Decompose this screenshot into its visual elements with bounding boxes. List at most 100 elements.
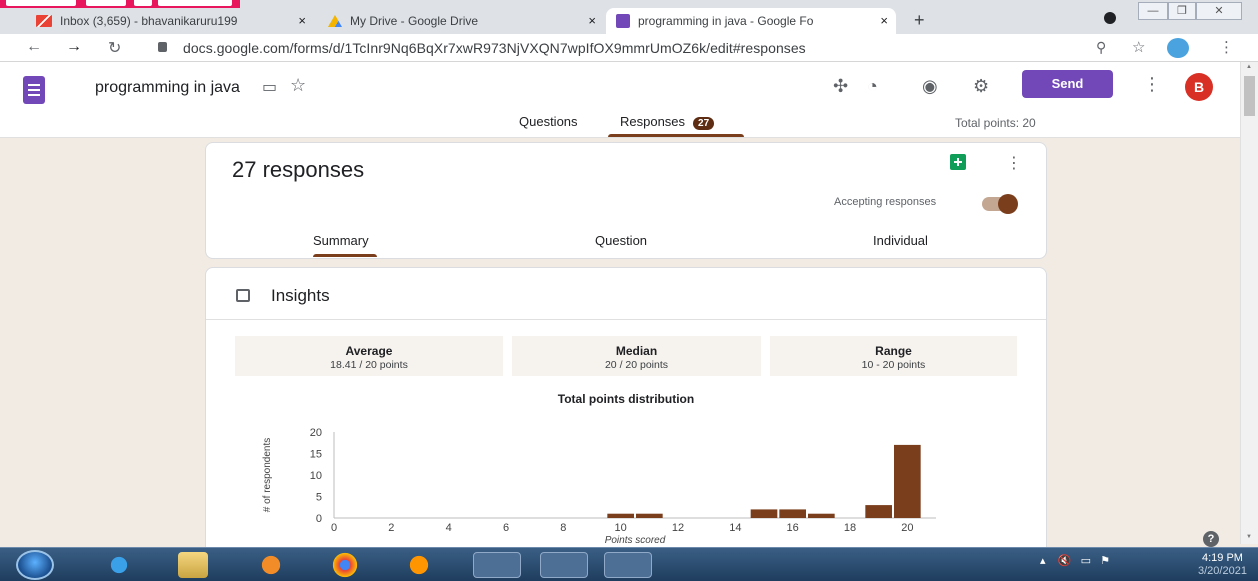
chart-bar (750, 509, 778, 518)
google-forms-icon (616, 14, 630, 28)
forward-arrow-icon[interactable]: → (66, 38, 82, 56)
address-bar-row: ← → ↻ docs.google.com/forms/d/1TcInr9Nq6… (0, 34, 1258, 62)
reload-icon[interactable]: ↻ (108, 38, 121, 58)
omnibox[interactable]: docs.google.com/forms/d/1TcInr9Nq6BqXr7x… (146, 36, 1256, 60)
y-tick-label: 5 (316, 492, 322, 504)
chart-bar (779, 509, 806, 518)
tab-forms-close-icon[interactable]: × (880, 13, 888, 28)
page-scrollbar[interactable]: ▲ ▼ (1240, 62, 1258, 544)
maximize-button[interactable]: ❐ (1168, 2, 1196, 20)
chrome-icon[interactable] (330, 552, 360, 578)
y-tick-label: 10 (310, 470, 322, 482)
new-tab-button[interactable]: + (914, 10, 925, 31)
responses-count: 27 responses (232, 157, 365, 182)
x-tick-label: 12 (672, 522, 684, 534)
x-tick-label: 16 (787, 522, 799, 534)
minimize-button[interactable]: — (1138, 2, 1168, 20)
window-close-button[interactable]: ✕ (1196, 2, 1242, 20)
profile-icon[interactable] (1104, 12, 1116, 24)
chart-bar (636, 513, 663, 518)
preview-eye-icon[interactable]: ◉ (922, 76, 938, 97)
bookmark-star-icon[interactable]: ☆ (1132, 38, 1145, 56)
stat-average-label: Average (345, 344, 393, 358)
tab-gmail[interactable]: Inbox (3,659) - bhavanikaruru199 × (26, 8, 314, 34)
tab-responses[interactable]: Responses 27 (620, 114, 715, 130)
settings-gear-icon[interactable]: ⚙ (973, 76, 989, 97)
tab-drive-title: My Drive - Google Drive (350, 14, 479, 28)
tab-responses-label: Responses (620, 114, 686, 129)
insights-divider (206, 319, 1046, 320)
subtab-individual[interactable]: Individual (873, 233, 928, 248)
zoom-icon[interactable]: ⚲ (1096, 39, 1106, 56)
google-sheets-icon[interactable] (950, 154, 966, 170)
back-arrow-icon[interactable]: ← (26, 38, 42, 56)
forms-logo-icon[interactable] (23, 76, 45, 104)
x-tick-label: 18 (844, 522, 856, 534)
x-axis-label: Points scored (605, 535, 666, 546)
total-points: Total points: 20 (955, 116, 1036, 130)
accepting-responses-label: Accepting responses (834, 196, 937, 208)
responses-count-badge: 27 (693, 117, 715, 130)
google-drive-icon (328, 15, 342, 27)
chart-bar (894, 444, 921, 518)
x-tick-label: 14 (729, 522, 741, 534)
system-clock[interactable]: 4:19 PM 3/20/2021 (1198, 552, 1247, 578)
tab-google-drive[interactable]: My Drive - Google Drive × (318, 8, 604, 34)
insights-title: Insights (271, 286, 330, 305)
subtab-summary[interactable]: Summary (313, 233, 369, 248)
ccleaner-icon[interactable] (604, 552, 652, 578)
browser-tab-strip: Inbox (3,659) - bhavanikaruru199 × My Dr… (0, 0, 1258, 34)
word-icon[interactable] (473, 552, 521, 578)
y-tick-label: 0 (316, 513, 322, 525)
more-options-icon[interactable]: ⋮ (1143, 74, 1161, 95)
tab-gmail-title: Inbox (3,659) - bhavanikaruru199 (60, 14, 238, 28)
media-player-icon[interactable] (256, 552, 286, 578)
stat-median: Median 20 / 20 points (512, 336, 761, 376)
send-button[interactable]: Send (1022, 70, 1113, 98)
x-tick-label: 4 (446, 522, 452, 534)
stat-median-value: 20 / 20 points (604, 359, 669, 371)
firefox-icon[interactable] (404, 552, 434, 578)
system-tray-icons[interactable]: ▴ 🔇 ▭ ⚑ (1040, 554, 1110, 567)
chrome-window-icon[interactable] (540, 552, 588, 578)
subtab-question[interactable]: Question (595, 233, 647, 248)
points-distribution-chart: 0 5 10 15 20 0 2 4 6 8 10 12 14 16 18 20 Points scored # … (262, 427, 936, 546)
x-tick-label: 8 (560, 522, 566, 534)
clock-date: 3/20/2021 (1198, 565, 1247, 577)
x-tick-label: 20 (901, 522, 913, 534)
y-tick-label: 15 (310, 449, 322, 461)
help-icon[interactable]: ? (1203, 531, 1219, 547)
stat-median-label: Median (615, 344, 658, 358)
lock-icon (158, 42, 167, 52)
x-tick-label: 6 (503, 522, 509, 534)
stat-average-value: 18.41 / 20 points (330, 359, 408, 371)
insights-chart-icon (236, 289, 250, 302)
forms-header: programming in java ▭ ☆ ✣ ◔ ◉ ⚙ Send ⋮ B… (0, 62, 1240, 138)
insights-card: Insights Average 18.41 / 20 points Media… (205, 267, 1047, 567)
accepting-responses-toggle[interactable] (982, 194, 1018, 214)
extension-avatar-icon[interactable] (1167, 38, 1189, 58)
url-text[interactable]: docs.google.com/forms/d/1TcInr9Nq6BqXr7x… (183, 40, 806, 56)
responses-more-icon[interactable]: ⋮ (1006, 153, 1022, 173)
tab-google-forms[interactable]: programming in java - Google Fo × (606, 8, 896, 34)
tab-forms-title: programming in java - Google Fo (638, 14, 814, 28)
file-explorer-icon[interactable] (178, 552, 208, 578)
avatar[interactable]: B (1185, 73, 1213, 101)
addons-puzzle-icon[interactable]: ✣ (833, 76, 848, 97)
form-title[interactable]: programming in java (95, 79, 240, 97)
chart-title: Total points distribution (557, 392, 695, 406)
folder-icon[interactable]: ▭ (262, 77, 277, 97)
scrollbar-thumb[interactable] (1244, 76, 1255, 116)
palette-icon[interactable]: ◔ (867, 76, 878, 97)
chrome-menu-icon[interactable]: ⋮ (1219, 38, 1234, 56)
y-axis-label: # of respondents (262, 438, 273, 513)
clock-time: 4:19 PM (1201, 552, 1243, 564)
tab-gmail-close-icon[interactable]: × (298, 13, 306, 28)
gmail-icon (36, 15, 52, 27)
star-icon[interactable]: ☆ (290, 75, 306, 96)
tab-questions[interactable]: Questions (519, 114, 578, 129)
internet-explorer-icon[interactable] (104, 552, 134, 578)
start-button-icon[interactable] (16, 550, 54, 580)
annotation-bar (0, 0, 240, 8)
tab-drive-close-icon[interactable]: × (588, 13, 596, 28)
